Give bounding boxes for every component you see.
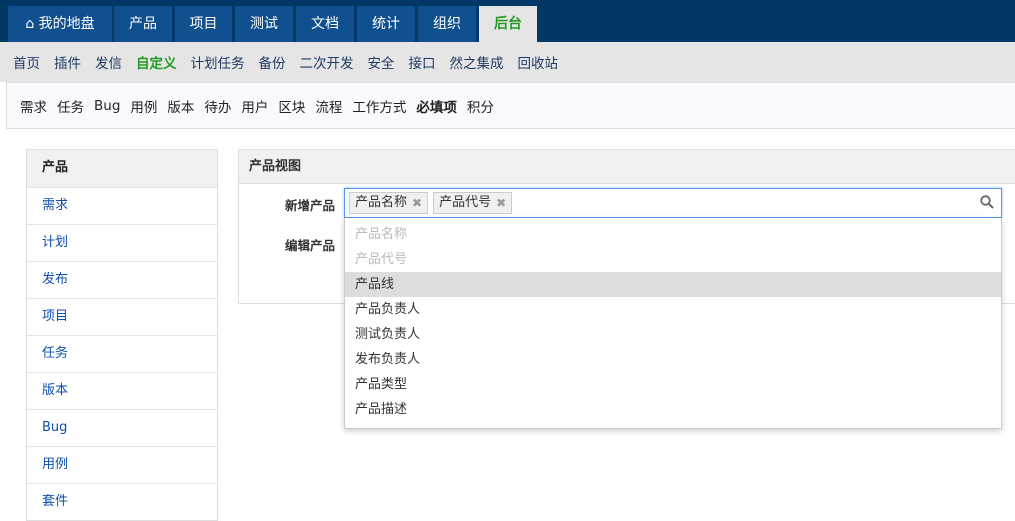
sidebar-item-plan[interactable]: 计划 xyxy=(27,224,217,261)
menu-build[interactable]: 版本 xyxy=(167,96,194,116)
dropdown-option: 产品代号 xyxy=(355,252,408,267)
sidebar-item-project[interactable]: 项目 xyxy=(27,298,217,335)
selected-chip: 产品代号 ✖ xyxy=(433,192,513,214)
tab-org[interactable]: 组织 xyxy=(418,6,476,42)
dropdown-option[interactable]: 产品线 xyxy=(345,272,1001,297)
sidebar-item-story[interactable]: 需求 xyxy=(27,187,217,224)
subnav-ranzhi[interactable]: 然之集成 xyxy=(450,52,504,72)
sidebar-item-testcase[interactable]: 用例 xyxy=(27,446,217,483)
menu-flow[interactable]: 流程 xyxy=(315,96,342,116)
tab-label: 我的地盘 xyxy=(38,16,95,32)
search-icon xyxy=(980,195,994,213)
menu-user[interactable]: 用户 xyxy=(241,96,268,116)
chip-label: 产品代号 xyxy=(439,195,492,210)
dropdown-option: 产品名称 xyxy=(355,227,408,242)
sidebar-item-release[interactable]: 发布 xyxy=(27,261,217,298)
sidebar-item-build[interactable]: 版本 xyxy=(27,372,217,409)
selected-chip: 产品名称 ✖ xyxy=(349,192,429,214)
menu-block[interactable]: 区块 xyxy=(278,96,305,116)
sidebar: 产品 需求 计划 发布 项目 任务 版本 Bug 用例 套件 xyxy=(26,149,218,521)
remove-icon[interactable]: ✖ xyxy=(412,193,422,213)
panel-title: 产品视图 xyxy=(239,150,1015,184)
dropdown-option[interactable]: 产品描述 xyxy=(345,397,1001,422)
subnav-home[interactable]: 首页 xyxy=(13,52,40,72)
required-fields-picker[interactable]: 产品名称 ✖ 产品代号 ✖ xyxy=(344,188,1002,218)
menu-bug[interactable]: Bug xyxy=(94,98,120,114)
subnav-cron[interactable]: 计划任务 xyxy=(191,52,245,72)
tab-admin[interactable]: 后台 xyxy=(479,6,537,42)
home-icon: ⌂ xyxy=(25,16,35,32)
tab-project[interactable]: 项目 xyxy=(175,6,232,42)
top-navbar: ⌂ 我的地盘 产品 项目 测试 文档 统计 组织 后台 xyxy=(0,0,1015,42)
sidebar-item-bug[interactable]: Bug xyxy=(27,409,217,446)
tab-my-dashboard[interactable]: ⌂ 我的地盘 xyxy=(8,6,112,42)
subnav-backup[interactable]: 备份 xyxy=(259,52,286,72)
tab-product[interactable]: 产品 xyxy=(114,6,172,42)
dropdown-option[interactable]: 测试负责人 xyxy=(345,322,1001,347)
sidebar-item-task[interactable]: 任务 xyxy=(27,335,217,372)
dropdown-option[interactable]: 产品负责人 xyxy=(345,297,1001,322)
dropdown-option[interactable]: 发布负责人 xyxy=(345,347,1001,372)
subnav-api[interactable]: 接口 xyxy=(409,52,436,72)
menu-mode[interactable]: 工作方式 xyxy=(352,96,406,116)
create-product-label: 新增产品 xyxy=(284,198,335,213)
subnav-extension[interactable]: 插件 xyxy=(54,52,81,72)
sidebar-item-suite[interactable]: 套件 xyxy=(27,483,217,520)
sidebar-item-product[interactable]: 产品 xyxy=(27,150,217,187)
menu-todo[interactable]: 待办 xyxy=(204,96,231,116)
dropdown-option[interactable]: 产品类型 xyxy=(345,372,1001,397)
menu-story[interactable]: 需求 xyxy=(20,96,47,116)
tab-stats[interactable]: 统计 xyxy=(357,6,415,42)
tab-test[interactable]: 测试 xyxy=(235,6,293,42)
custom-menubar: 需求 任务 Bug 用例 版本 待办 用户 区块 流程 工作方式 必填项 积分 xyxy=(6,82,1015,129)
menu-testcase[interactable]: 用例 xyxy=(130,96,157,116)
admin-subnav: 首页 插件 发信 自定义 计划任务 备份 二次开发 安全 接口 然之集成 回收站 xyxy=(0,42,1015,82)
tab-doc[interactable]: 文档 xyxy=(296,6,354,42)
edit-product-label: 编辑产品 xyxy=(284,238,335,253)
subnav-security[interactable]: 安全 xyxy=(368,52,395,72)
options-dropdown: 产品名称 产品代号 产品线 产品负责人 测试负责人 发布负责人 产品类型 产品描… xyxy=(344,218,1002,429)
subnav-mail[interactable]: 发信 xyxy=(95,52,122,72)
menu-task[interactable]: 任务 xyxy=(57,96,84,116)
subnav-dev[interactable]: 二次开发 xyxy=(300,52,354,72)
chip-label: 产品名称 xyxy=(355,195,408,210)
menu-required[interactable]: 必填项 xyxy=(416,96,457,116)
subnav-custom[interactable]: 自定义 xyxy=(136,52,177,72)
menu-score[interactable]: 积分 xyxy=(467,96,494,116)
remove-icon[interactable]: ✖ xyxy=(496,193,506,213)
subnav-trash[interactable]: 回收站 xyxy=(518,52,559,72)
